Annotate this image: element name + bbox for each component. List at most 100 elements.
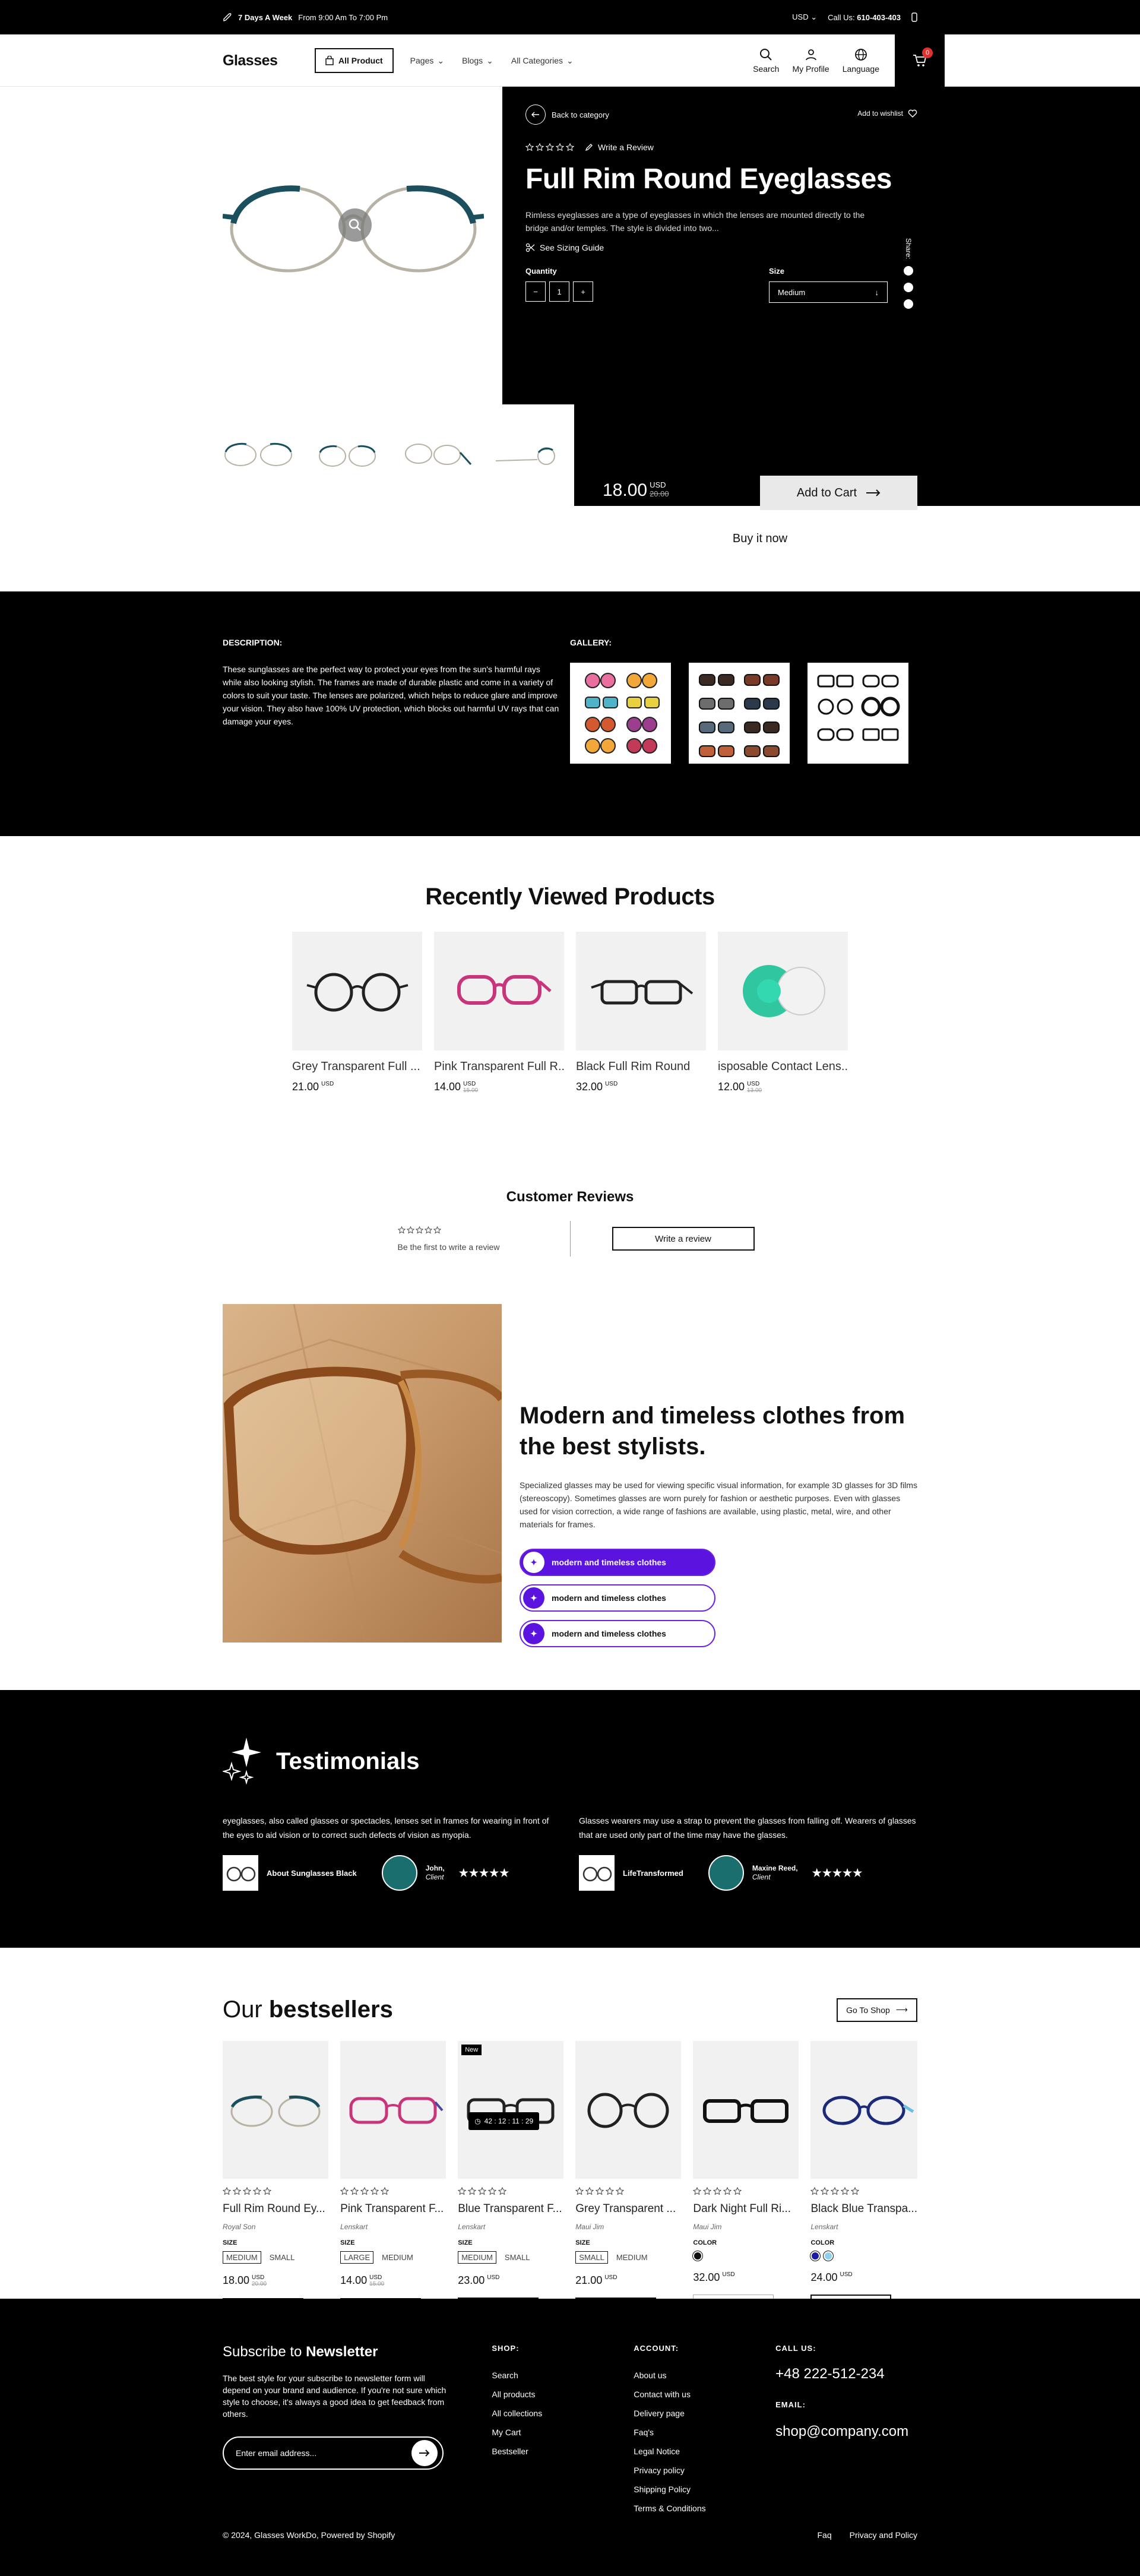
product-name[interactable]: Black Blue Transpa...	[810, 2202, 917, 2216]
bestseller-card[interactable]: New ◷ 42 : 12 : 11 : 29 Blue Transparent F.…	[458, 2041, 564, 2321]
decrease-button[interactable]: −	[525, 281, 546, 302]
logo[interactable]: Glasses	[223, 52, 315, 69]
footer-link[interactable]: Privacy policy	[634, 2461, 775, 2480]
bestseller-card[interactable]: Pink Transparent F... Lenskart SIZE LARGE ME…	[340, 2041, 446, 2321]
currency-select[interactable]: USD ⌄	[792, 12, 817, 22]
product-name[interactable]: Black Full Rim Round	[576, 1060, 706, 1074]
product-name[interactable]: Pink Transparent F...	[340, 2202, 446, 2216]
size-option[interactable]: SMALL	[575, 2251, 608, 2264]
gallery-image[interactable]	[570, 663, 671, 764]
size-option[interactable]: MEDIUM	[382, 2253, 413, 2262]
color-swatch[interactable]	[823, 2251, 834, 2261]
footer-link[interactable]: Faq's	[634, 2423, 775, 2442]
product-image[interactable]	[718, 932, 848, 1050]
product-card[interactable]: isposable Contact Lens... 12.00 USD 13.00	[718, 932, 848, 1094]
footer-email[interactable]: shop@company.com	[775, 2423, 917, 2440]
size-option[interactable]: MEDIUM	[616, 2253, 648, 2262]
sizing-guide-link[interactable]: See Sizing Guide	[525, 243, 917, 252]
testimonial-product-image[interactable]	[223, 1855, 258, 1891]
product-image[interactable]	[576, 932, 706, 1050]
footer-link[interactable]: My Cart	[492, 2423, 634, 2442]
footer-bottom-link[interactable]: Privacy and Policy	[850, 2530, 917, 2540]
go-to-shop-button[interactable]: Go To Shop ⟶	[837, 1998, 917, 2022]
size-select[interactable]: Medium ↓	[769, 281, 888, 303]
product-image[interactable]: New ◷ 42 : 12 : 11 : 29	[458, 2041, 564, 2179]
product-card[interactable]: Grey Transparent Full ... 21.00 USD	[292, 932, 422, 1094]
zoom-button[interactable]	[338, 208, 372, 242]
product-name[interactable]: Grey Transparent Full ...	[292, 1060, 422, 1074]
profile-button[interactable]: My Profile	[792, 48, 829, 74]
nav-all-categories[interactable]: All Categories ⌄	[511, 56, 574, 66]
product-image[interactable]	[575, 2041, 682, 2179]
increase-button[interactable]: +	[573, 281, 593, 302]
cart-button[interactable]: 0	[895, 34, 945, 87]
promo-pill[interactable]: ✦ modern and timeless clothes	[520, 1620, 715, 1647]
nav-pages[interactable]: Pages ⌄	[410, 56, 444, 66]
pinterest-icon[interactable]	[904, 299, 913, 309]
thumbnail[interactable]	[490, 437, 561, 473]
bestseller-card[interactable]: Dark Night Full Ri... Maui Jim COLOR 32.00 U…	[692, 2041, 799, 2321]
thumbnail[interactable]	[223, 437, 294, 473]
nav-blogs[interactable]: Blogs ⌄	[462, 56, 493, 66]
bestseller-card[interactable]: Full Rim Round Ey... Royal Son SIZE MEDIUM S…	[223, 2041, 329, 2321]
product-name[interactable]: Dark Night Full Ri...	[693, 2202, 799, 2216]
footer-link[interactable]: Legal Notice	[634, 2442, 775, 2461]
product-image[interactable]	[434, 932, 564, 1050]
product-card[interactable]: Pink Transparent Full R... 14.00 USD 15.00	[434, 932, 564, 1094]
product-name[interactable]: Blue Transparent F...	[458, 2202, 563, 2216]
promo-pill[interactable]: ✦ modern and timeless clothes	[520, 1584, 715, 1612]
product-name[interactable]: Full Rim Round Ey...	[223, 2202, 328, 2216]
testimonial-product-name[interactable]: About Sunglasses Black	[267, 1869, 357, 1878]
footer-link[interactable]: All products	[492, 2385, 634, 2404]
footer-link[interactable]: All collections	[492, 2404, 634, 2423]
thumbnail[interactable]	[401, 437, 472, 473]
submit-arrow-button[interactable]	[411, 2440, 438, 2466]
call-number: 610-403-403	[857, 12, 901, 22]
footer-link[interactable]: Shipping Policy	[634, 2480, 775, 2499]
testimonial-product-name[interactable]: LifeTransformed	[623, 1869, 683, 1878]
size-option[interactable]: MEDIUM	[223, 2251, 261, 2264]
write-review-button[interactable]: Write a review	[612, 1227, 755, 1251]
bestseller-card[interactable]: Black Blue Transpa... Lenskart COLOR 24.00 U…	[810, 2041, 918, 2321]
buy-now-button[interactable]: Buy it now	[603, 522, 917, 555]
product-name[interactable]: isposable Contact Lens...	[718, 1060, 848, 1074]
size-option[interactable]: SMALL	[505, 2253, 530, 2262]
search-button[interactable]: Search	[753, 48, 779, 74]
product-card[interactable]: Black Full Rim Round 32.00 USD	[576, 932, 706, 1094]
product-image[interactable]	[223, 2041, 329, 2179]
product-name[interactable]: Pink Transparent Full R...	[434, 1060, 564, 1074]
write-review-link[interactable]: Write a Review	[585, 143, 654, 152]
footer-phone[interactable]: +48 222-512-234	[775, 2366, 917, 2382]
add-to-cart-button[interactable]: Add to Cart	[760, 476, 917, 510]
footer-link[interactable]: Bestseller	[492, 2442, 634, 2461]
all-product-button[interactable]: All Product	[315, 48, 394, 73]
bestseller-card[interactable]: Grey Transparent ... Maui Jim SIZE SMALL MED…	[575, 2041, 682, 2321]
product-image[interactable]	[810, 2041, 918, 2179]
color-swatch[interactable]	[692, 2251, 704, 2261]
gallery-image[interactable]	[808, 663, 908, 764]
product-image[interactable]	[292, 932, 422, 1050]
wishlist-button[interactable]: Add to wishlist	[857, 109, 917, 118]
footer-link[interactable]: About us	[634, 2366, 775, 2385]
size-option[interactable]: SMALL	[270, 2253, 295, 2262]
product-image[interactable]	[693, 2041, 799, 2179]
promo-pill-active[interactable]: ✦ modern and timeless clothes	[520, 1549, 715, 1576]
newsletter-email-input[interactable]: Enter email address...	[223, 2436, 444, 2470]
color-swatch[interactable]	[810, 2251, 821, 2261]
testimonial-product-image[interactable]	[579, 1855, 615, 1891]
facebook-icon[interactable]	[904, 266, 913, 276]
footer-link[interactable]: Search	[492, 2366, 634, 2385]
quantity-value[interactable]: 1	[549, 281, 569, 302]
product-image[interactable]	[340, 2041, 446, 2179]
language-button[interactable]: Language	[843, 48, 879, 74]
size-option[interactable]: LARGE	[340, 2251, 374, 2264]
product-name[interactable]: Grey Transparent ...	[575, 2202, 681, 2216]
gallery-image[interactable]	[689, 663, 790, 764]
thumbnail[interactable]	[312, 437, 383, 473]
size-option[interactable]: MEDIUM	[458, 2251, 496, 2264]
footer-link[interactable]: Delivery page	[634, 2404, 775, 2423]
footer-bottom-link[interactable]: Faq	[817, 2530, 831, 2540]
twitter-icon[interactable]	[904, 283, 913, 293]
footer-link[interactable]: Terms & Conditions	[634, 2499, 775, 2518]
footer-link[interactable]: Contact with us	[634, 2385, 775, 2404]
